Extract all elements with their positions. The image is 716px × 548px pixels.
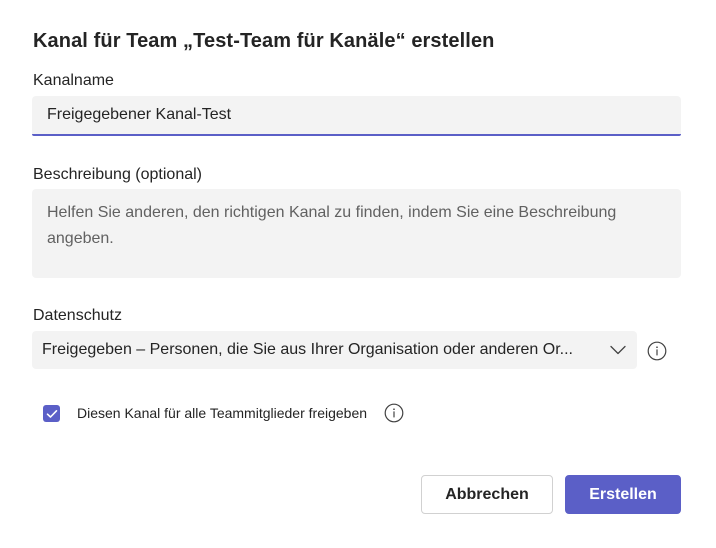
privacy-selected-value: Freigegeben – Personen, die Sie aus Ihre… xyxy=(42,341,573,358)
privacy-info-icon[interactable] xyxy=(647,341,667,361)
share-channel-checkbox[interactable] xyxy=(43,405,60,422)
privacy-dropdown[interactable]: Freigegeben – Personen, die Sie aus Ihre… xyxy=(32,331,637,369)
dialog-title: Kanal für Team „Test-Team für Kanäle“ er… xyxy=(33,30,495,52)
create-button[interactable]: Erstellen xyxy=(565,475,681,514)
chevron-down-icon xyxy=(609,341,627,359)
checkmark-icon xyxy=(46,409,58,419)
privacy-label: Datenschutz xyxy=(33,307,122,324)
channel-name-input[interactable] xyxy=(32,96,681,136)
share-info-icon[interactable] xyxy=(384,403,404,423)
channel-name-label: Kanalname xyxy=(33,72,114,89)
share-channel-checkbox-label[interactable]: Diesen Kanal für alle Teammitglieder fre… xyxy=(77,405,367,421)
description-label: Beschreibung (optional) xyxy=(33,166,202,183)
cancel-button[interactable]: Abbrechen xyxy=(421,475,553,514)
description-textarea[interactable] xyxy=(32,189,681,278)
